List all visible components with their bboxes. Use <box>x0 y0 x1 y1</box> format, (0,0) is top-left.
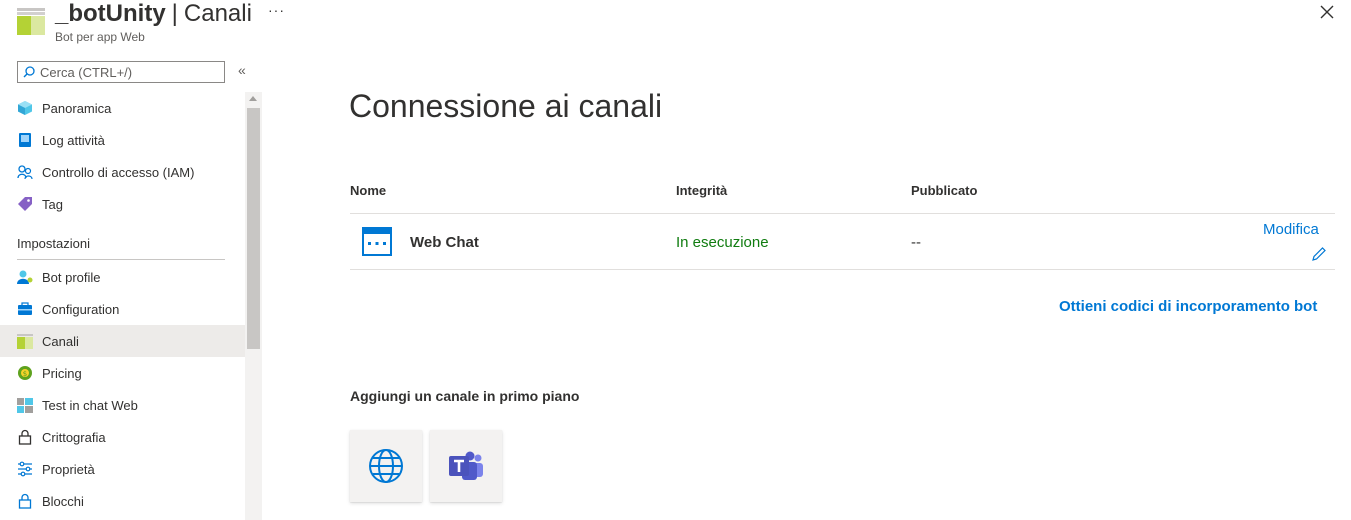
scroll-up-arrow-icon[interactable] <box>249 96 257 101</box>
blade-name: Canali <box>183 0 252 27</box>
sidebar-item-label: Crittografia <box>42 430 106 445</box>
sidebar-item-label: Pricing <box>42 366 82 381</box>
sidebar-item-label: Controllo di accesso (IAM) <box>42 165 195 180</box>
tag-icon <box>17 196 33 212</box>
sidebar-item-test-chat[interactable]: Test in chat Web <box>0 389 245 421</box>
featured-channel-web[interactable] <box>350 430 422 502</box>
more-options-button[interactable]: ··· <box>268 2 285 18</box>
channels-icon <box>17 333 33 349</box>
resource-name: _botUnity <box>55 0 166 27</box>
pencil-icon[interactable] <box>1311 246 1327 262</box>
column-header-health: Integrità <box>676 183 728 198</box>
main-heading: Connessione ai canali <box>349 88 663 124</box>
sidebar-item-crittografia[interactable]: Crittografia <box>0 421 245 453</box>
sidebar-item-label: Configuration <box>42 302 120 317</box>
sidebar-item-label: Blocchi <box>42 494 84 509</box>
sidebar-item-tag[interactable]: Tag <box>0 188 245 220</box>
bot-profile-icon <box>17 269 33 285</box>
featured-channels-title: Aggiungi un canale in primo piano <box>350 388 580 404</box>
featured-channel-teams[interactable] <box>430 430 502 502</box>
close-icon[interactable] <box>1319 4 1335 20</box>
teams-icon <box>449 451 483 480</box>
test-chat-icon <box>17 397 33 413</box>
sidebar-item-label: Tag <box>42 197 63 212</box>
sidebar-item-bot-profile[interactable]: Bot profile <box>0 261 245 293</box>
search-input[interactable] <box>40 63 220 81</box>
sidebar-item-label: Panoramica <box>42 101 112 116</box>
collapse-sidebar-button[interactable]: « <box>238 62 246 78</box>
channel-published: -- <box>911 234 921 251</box>
title-separator: | <box>171 0 178 27</box>
sidebar-item-iam[interactable]: Controllo di accesso (IAM) <box>0 156 245 188</box>
pricing-icon: $ <box>17 365 33 381</box>
channel-name: Web Chat <box>410 234 479 251</box>
section-divider <box>17 259 225 260</box>
column-header-published: Pubblicato <box>911 183 978 198</box>
page-title: _botUnity | Canali <box>55 0 252 28</box>
resource-type: Bot per app Web <box>55 30 145 44</box>
people-icon <box>17 164 33 180</box>
sidebar-item-log-attivita[interactable]: Log attività <box>0 124 245 156</box>
sidebar-item-label: Canali <box>42 334 79 349</box>
get-embed-codes-link[interactable]: Ottieni codici di incorporamento bot <box>1059 298 1317 315</box>
sidebar-item-label: Proprietà <box>42 462 95 477</box>
sidebar-item-blocchi[interactable]: Blocchi <box>0 485 245 517</box>
web-chat-icon <box>362 227 392 256</box>
sidebar-item-proprieta[interactable]: Proprietà <box>0 453 245 485</box>
resource-icon <box>17 8 45 35</box>
channel-health-status: In esecuzione <box>676 234 769 251</box>
scrollbar-thumb[interactable] <box>247 108 260 349</box>
search-box[interactable] <box>17 61 225 83</box>
svg-text:$: $ <box>23 370 27 378</box>
log-icon <box>17 132 33 148</box>
sidebar-item-label: Test in chat Web <box>42 398 138 413</box>
column-header-name: Nome <box>350 183 387 198</box>
cube-icon <box>17 100 33 116</box>
sidebar: Panoramica Log attività Controllo di acc… <box>0 92 245 520</box>
table-row-divider <box>350 269 1335 270</box>
globe-icon <box>369 449 403 483</box>
lock-icon <box>17 493 33 509</box>
edit-channel-link[interactable]: Modifica <box>1263 221 1319 238</box>
sidebar-item-pricing[interactable]: $ Pricing <box>0 357 245 389</box>
lock-icon <box>17 429 33 445</box>
sidebar-item-panoramica[interactable]: Panoramica <box>0 92 245 124</box>
toolbox-icon <box>17 301 33 317</box>
table-row <box>350 214 1335 269</box>
search-icon <box>23 66 35 78</box>
sidebar-item-label: Bot profile <box>42 270 101 285</box>
sidebar-item-canali[interactable]: Canali <box>0 325 245 357</box>
sidebar-item-label: Log attività <box>42 133 105 148</box>
sidebar-item-configuration[interactable]: Configuration <box>0 293 245 325</box>
properties-icon <box>17 461 33 477</box>
section-header-impostazioni: Impostazioni <box>17 236 90 251</box>
